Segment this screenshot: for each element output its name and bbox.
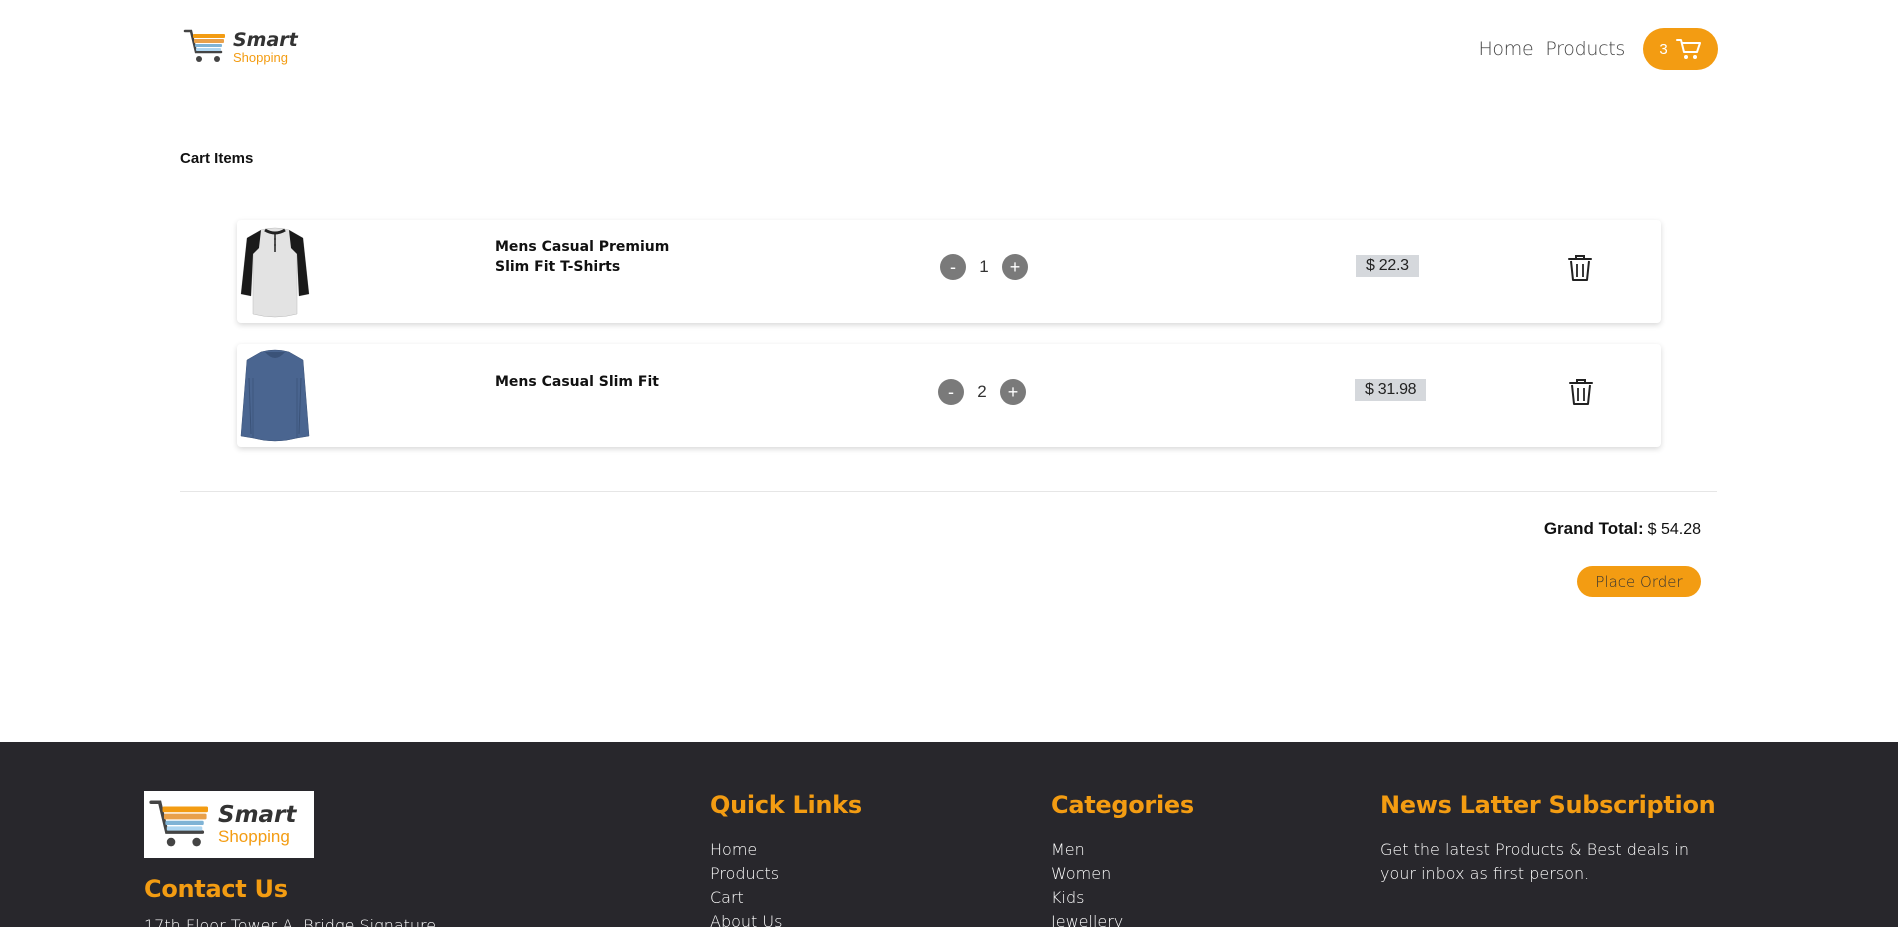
footer-brand-logo[interactable]: Smart Shopping <box>144 791 314 858</box>
category-link-women[interactable]: Women <box>1051 862 1123 886</box>
nav-products-link[interactable]: Products <box>1545 38 1625 60</box>
footer-link-about-us[interactable]: About Us <box>710 910 782 927</box>
quick-links-list: Home Products Cart About Us <box>710 838 782 927</box>
decrease-quantity-button[interactable]: - <box>940 254 966 280</box>
product-image-henley-shirt <box>240 227 310 318</box>
grand-total: Grand Total: $ 54.28 <box>1544 519 1701 539</box>
newsletter-text: Get the latest Products & Best deals in … <box>1380 840 1690 883</box>
brand-logo[interactable]: Smart Shopping <box>183 28 298 66</box>
trash-icon[interactable] <box>1569 378 1593 406</box>
increase-quantity-button[interactable]: + <box>1000 379 1026 405</box>
item-price: $ 22.3 <box>1356 255 1419 277</box>
footer-brand-line2: Shopping <box>218 827 290 846</box>
top-nav: Home Products 3 <box>1478 28 1718 70</box>
footer-link-products[interactable]: Products <box>710 862 782 886</box>
brand-name-line2: Shopping <box>233 49 288 65</box>
item-price: $ 31.98 <box>1355 379 1427 401</box>
quantity-value: 2 <box>977 382 987 401</box>
shopping-cart-logo-icon <box>183 29 225 62</box>
category-link-jewellery[interactable]: Jewellery <box>1051 910 1123 927</box>
cart-divider <box>180 491 1717 492</box>
cart-count-badge: 3 <box>1659 40 1668 58</box>
cart-item: Mens Casual Premium Slim Fit T-Shirts - … <box>237 220 1661 323</box>
cart-item: Mens Casual Slim Fit - 2 + $ 31.98 <box>237 344 1661 447</box>
quantity-stepper: - 2 + <box>938 379 1026 405</box>
footer-link-home[interactable]: Home <box>710 838 782 862</box>
product-image-casual-shirt <box>240 349 310 442</box>
category-link-men[interactable]: Men <box>1051 838 1123 862</box>
product-name: Mens Casual Premium Slim Fit T-Shirts <box>495 239 670 275</box>
decrease-quantity-button[interactable]: - <box>938 379 964 405</box>
increase-quantity-button[interactable]: + <box>1002 254 1028 280</box>
place-order-button[interactable]: Place Order <box>1577 566 1701 597</box>
quick-links-heading: Quick Links <box>710 791 862 819</box>
footer-brand-line1: Smart <box>218 802 297 828</box>
product-name: Mens Casual Slim Fit <box>495 374 659 390</box>
grand-total-label: Grand Total: <box>1543 519 1644 538</box>
contact-us-heading: Contact Us <box>144 875 288 903</box>
cart-icon <box>1675 39 1701 59</box>
quantity-value: 1 <box>979 257 989 276</box>
categories-list: Men Women Kids Jewellery <box>1051 838 1123 927</box>
trash-icon[interactable] <box>1568 254 1592 282</box>
footer-link-cart[interactable]: Cart <box>710 886 782 910</box>
cart-items-heading: Cart Items <box>180 150 254 167</box>
category-link-kids[interactable]: Kids <box>1051 886 1123 910</box>
site-footer: Smart Shopping Contact Us 17th Floor Tow… <box>0 742 1898 927</box>
cart-button[interactable]: 3 <box>1643 28 1718 70</box>
nav-home-link[interactable]: Home <box>1478 38 1533 60</box>
grand-total-value: $ 54.28 <box>1647 521 1701 538</box>
contact-address: 17th Floor Tower A, Bridge Signature <box>144 916 437 927</box>
quantity-stepper: - 1 + <box>940 254 1028 280</box>
shopping-cart-logo-icon <box>149 799 208 846</box>
newsletter-heading: News Latter Subscription <box>1380 791 1716 819</box>
categories-heading: Categories <box>1051 791 1194 819</box>
brand-name-line1: Smart <box>233 28 298 51</box>
